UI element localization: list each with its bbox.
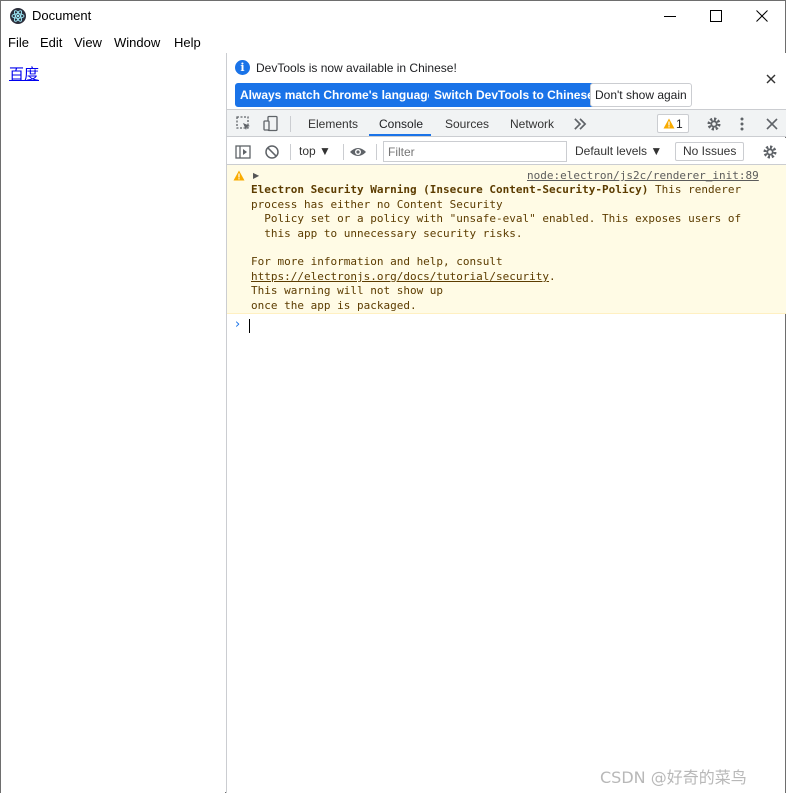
devtools-tab-bar: Elements Console Sources Network 1 — [227, 110, 786, 137]
minimize-button[interactable] — [647, 1, 693, 31]
warning-line: https://electronjs.org/docs/tutorial/sec… — [251, 270, 556, 283]
infobar-message: DevTools is now available in Chinese! — [256, 61, 457, 75]
menu-view[interactable]: View — [74, 35, 102, 50]
console-warning-message: ▶ node:electron/js2c/renderer_init:89 El… — [227, 165, 786, 314]
menu-window[interactable]: Window — [114, 35, 160, 50]
active-tab-indicator — [369, 134, 431, 136]
watermark: CSDN @好奇的菜鸟 — [600, 768, 747, 787]
menu-help[interactable]: Help — [174, 35, 201, 50]
warning-triangle-icon — [233, 170, 245, 181]
context-selector[interactable]: top ▼ — [299, 144, 331, 158]
more-options-icon[interactable] — [733, 115, 751, 133]
console-filter-input[interactable] — [383, 141, 567, 162]
console-prompt[interactable]: › — [227, 315, 786, 335]
console-toolbar: top ▼ Default levels ▼ No Issues — [227, 138, 786, 165]
inspect-element-icon[interactable] — [235, 115, 253, 133]
menu-edit[interactable]: Edit — [40, 35, 62, 50]
console-settings-gear-icon[interactable] — [761, 143, 779, 161]
warning-line: Electron Security Warning (Insecure Cont… — [251, 183, 741, 196]
more-tabs-chevron-icon[interactable] — [571, 115, 589, 133]
maximize-button[interactable] — [693, 1, 739, 31]
toolbar-divider — [343, 144, 344, 160]
tab-network[interactable]: Network — [510, 117, 554, 131]
log-levels-dropdown[interactable]: Default levels ▼ — [575, 144, 662, 158]
warning-line: this app to unnecessary security risks. — [251, 227, 523, 240]
dropdown-arrow-icon: ▼ — [650, 144, 663, 158]
baidu-link[interactable]: 百度 — [9, 63, 39, 84]
toolbar-divider — [376, 144, 377, 160]
app-window: Document File Edit View Window Help 百度 i… — [0, 0, 786, 793]
tab-console[interactable]: Console — [379, 117, 423, 131]
electron-icon — [10, 8, 26, 24]
warning-title: Electron Security Warning (Insecure Cont… — [251, 183, 649, 196]
issues-button[interactable]: No Issues — [675, 142, 745, 161]
close-icon — [756, 10, 768, 22]
language-infobar: i DevTools is now available in Chinese! … — [227, 53, 786, 110]
tab-elements[interactable]: Elements — [308, 117, 358, 131]
maximize-icon — [710, 10, 722, 22]
toolbar-divider — [290, 116, 291, 132]
warning-line: Policy set or a policy with "unsafe-eval… — [251, 212, 742, 225]
close-devtools-icon[interactable] — [763, 115, 781, 133]
log-levels-label: Default levels — [575, 144, 648, 158]
security-docs-link[interactable]: https://electronjs.org/docs/tutorial/sec… — [251, 270, 549, 283]
warnings-counter-button[interactable]: 1 — [657, 114, 689, 133]
minimize-icon — [664, 16, 676, 17]
text-cursor — [249, 319, 250, 333]
settings-gear-icon[interactable] — [705, 115, 723, 133]
device-toolbar-icon[interactable] — [262, 115, 280, 133]
tab-sources[interactable]: Sources — [445, 117, 489, 131]
close-button[interactable] — [739, 1, 785, 31]
menu-bar: File Edit View Window Help — [1, 31, 785, 53]
info-icon: i — [235, 60, 250, 75]
link-suffix: . — [549, 270, 556, 283]
clear-console-icon[interactable] — [263, 143, 281, 161]
toggle-sidebar-icon[interactable] — [234, 143, 252, 161]
live-expression-eye-icon[interactable] — [349, 143, 367, 161]
warning-count: 1 — [676, 117, 683, 131]
prompt-chevron-icon: › — [235, 317, 241, 332]
window-title: Document — [32, 8, 92, 23]
always-match-language-button[interactable]: Always match Chrome's language — [235, 83, 440, 107]
infobar-close-icon[interactable] — [765, 73, 777, 85]
dropdown-arrow-icon: ▼ — [319, 144, 331, 158]
context-label: top — [299, 144, 316, 158]
title-bar[interactable]: Document — [1, 1, 785, 31]
warning-line: process has either no Content Security — [251, 198, 503, 211]
warning-text: This renderer — [648, 183, 742, 196]
switch-to-chinese-button[interactable]: Switch DevTools to Chinese — [429, 83, 599, 107]
warning-line: once the app is packaged. — [251, 299, 417, 312]
devtools-panel: i DevTools is now available in Chinese! … — [226, 53, 786, 793]
warning-source-link[interactable]: node:electron/js2c/renderer_init:89 — [527, 169, 759, 182]
page-content: 百度 — [1, 53, 225, 793]
menu-file[interactable]: File — [8, 35, 29, 50]
warning-line: For more information and help, consult — [251, 255, 503, 268]
warning-line: This warning will not show up — [251, 284, 444, 297]
toolbar-divider — [290, 144, 291, 160]
warning-triangle-icon — [663, 118, 675, 129]
dont-show-again-button[interactable]: Don't show again — [590, 83, 692, 107]
expand-triangle-icon[interactable]: ▶ — [253, 171, 259, 180]
